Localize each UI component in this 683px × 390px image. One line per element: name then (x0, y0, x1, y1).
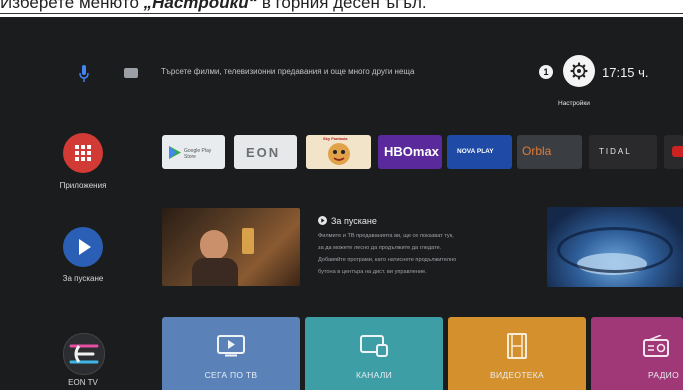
app-tile-google-play[interactable]: Google Play Store (162, 135, 225, 169)
film-icon (507, 333, 527, 359)
category-label: РАДИО (647, 370, 679, 380)
google-play-icon (169, 146, 181, 159)
play-circle-icon (318, 216, 327, 225)
category-label: СЕГА ПО ТВ (204, 370, 258, 380)
app-tile-label: EON (246, 145, 281, 160)
apps-grid-icon (75, 145, 91, 161)
play-next-line: бутона в центъра на дист. ви управление. (318, 269, 427, 275)
category-now-on-tv[interactable]: СЕГА ПО ТВ (162, 317, 300, 390)
top-bar: Търсете филми, телевизионни предавания и… (0, 17, 683, 107)
apps-label: Приложения (59, 181, 107, 190)
eon-tv-label: EON TV (68, 378, 98, 387)
channels-icon (360, 335, 388, 357)
tv-icon (217, 335, 245, 357)
notification-badge[interactable]: 1 (539, 65, 553, 79)
app-tile-youtube[interactable] (664, 135, 683, 169)
app-tile-label: TIDAL (599, 147, 632, 156)
app-tile-label: Google Play Store (184, 148, 212, 160)
app-tile-label: NOVA PLAY (457, 148, 494, 155)
app-tile-orbla[interactable]: Orbla (517, 135, 582, 169)
eon-logo-icon (69, 344, 99, 364)
youtube-icon (672, 146, 683, 157)
play-next-title: За пускане (331, 216, 377, 226)
play-next-line: Добавяйте програми, като натиснете продъ… (318, 257, 457, 263)
person-shirt (192, 258, 238, 286)
cartoon-character-icon (328, 143, 350, 165)
category-video-library[interactable]: ВИДЕОТЕКА (448, 317, 586, 390)
tv-home-screen: Търсете филми, телевизионни предавания и… (0, 17, 683, 390)
category-radio[interactable]: РАДИО (591, 317, 683, 390)
person-silhouette (200, 230, 228, 260)
play-next-label: За пускане (62, 274, 104, 283)
apps-button[interactable] (63, 133, 103, 173)
settings-button[interactable] (563, 55, 595, 87)
app-tile-sky-fantasia[interactable]: Sky Fantasia (306, 135, 371, 169)
app-tile-hbomax[interactable]: HBOmax (378, 135, 442, 169)
category-label: ВИДЕОТЕКА (490, 370, 544, 380)
app-tile-tidal[interactable]: TIDAL (589, 135, 657, 169)
category-label: КАНАЛИ (355, 370, 393, 380)
instruction-caption: Изберете менюто „Настройки“ в горния дес… (0, 0, 683, 13)
caption-prefix: Изберете менюто (0, 0, 144, 12)
app-tile-label: Orbla (522, 144, 552, 158)
play-next-line: Филмите и ТВ предаванията ви, ще се пока… (318, 233, 454, 239)
keyboard-icon[interactable] (124, 68, 138, 78)
beer-glass (242, 228, 254, 254)
app-tile-label: HBOmax (384, 144, 439, 159)
settings-label: Настройки (558, 100, 590, 107)
play-next-button[interactable] (63, 227, 103, 267)
clock: 17:15 ч. (602, 65, 649, 80)
gear-icon (570, 62, 588, 80)
category-channels[interactable]: КАНАЛИ (305, 317, 443, 390)
app-tile-nova-play[interactable]: NOVA PLAY (447, 135, 512, 169)
app-tile-label: Sky Fantasia (323, 136, 348, 141)
caption-underline (0, 13, 683, 14)
search-input[interactable]: Търсете филми, телевизионни предавания и… (161, 67, 414, 76)
stadium-stand (557, 227, 673, 273)
caption-emphasis: „Настройки“ (143, 0, 258, 12)
app-tile-eon[interactable]: EON (234, 135, 297, 169)
promo-card-stadium[interactable] (547, 207, 683, 287)
play-icon (79, 239, 91, 255)
mic-icon[interactable] (78, 65, 90, 83)
play-next-line: за да можете лесно да продължите да глед… (318, 245, 442, 251)
caption-suffix: в горния десен ъгъл. (257, 0, 427, 12)
radio-icon (643, 335, 669, 357)
play-next-thumbnail[interactable] (162, 208, 300, 286)
eon-tv-button[interactable] (63, 333, 105, 375)
